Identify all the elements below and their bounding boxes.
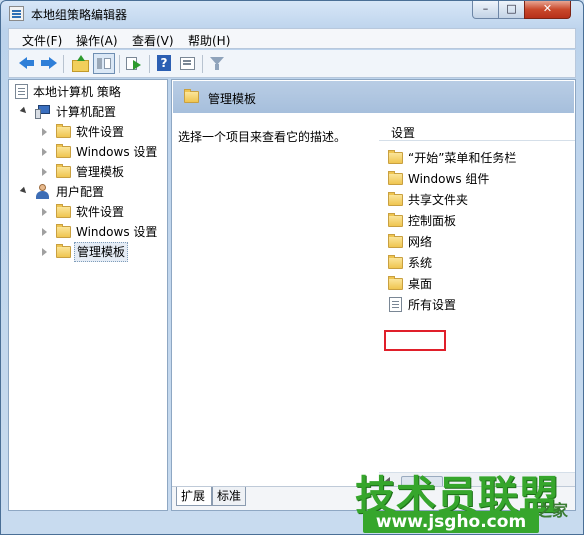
close-button[interactable]: ✕ [524, 1, 571, 19]
back-arrow-icon[interactable] [18, 55, 36, 72]
filter-icon[interactable] [208, 55, 226, 72]
expanded-arrow-icon[interactable] [19, 106, 29, 116]
folder-icon [388, 171, 403, 185]
details-pane: 管理模板 选择一个项目来查看它的描述。 设置 “开始”菜单和任务栏 Window… [171, 79, 576, 511]
window-title: 本地组策略编辑器 [31, 8, 128, 22]
up-folder-icon[interactable] [71, 55, 89, 72]
maximize-button[interactable]: □ [498, 1, 525, 19]
tree-item-local-computer-policy[interactable]: 本地计算机 策略 [15, 83, 165, 101]
export-list-icon[interactable] [125, 55, 143, 72]
folder-icon [388, 213, 403, 227]
tree-item-computer-config[interactable]: 计算机配置 [15, 103, 165, 121]
tree-item-computer-admin-templates[interactable]: 管理模板 [15, 163, 165, 181]
help-icon[interactable] [155, 55, 173, 72]
settings-list[interactable]: 设置 “开始”菜单和任务栏 Windows 组件 共享文件夹 控制面板 网络 系… [379, 120, 575, 472]
tree-item-user-software-settings[interactable]: 软件设置 [15, 203, 165, 221]
folder-icon [388, 255, 403, 269]
main-window: 本地组策略编辑器 – □ ✕ 文件(F) 操作(A) 查看(V) 帮助(H) 本… [0, 0, 584, 535]
highlight-box-system [384, 330, 446, 351]
tree-item-label: 软件设置 [76, 205, 125, 219]
menu-help[interactable]: 帮助(H) [188, 32, 230, 49]
minimize-button[interactable]: – [472, 1, 499, 19]
tab-extended[interactable]: 扩展 [176, 487, 212, 506]
menu-file[interactable]: 文件(F) [22, 32, 62, 49]
collapsed-arrow-icon[interactable] [42, 248, 47, 256]
toolbar-separator [119, 55, 120, 73]
menu-action[interactable]: 操作(A) [76, 32, 118, 49]
details-header-title: 管理模板 [208, 92, 257, 106]
tree-item-label: 本地计算机 策略 [33, 85, 121, 99]
computer-icon [35, 105, 51, 119]
tree-item-user-config[interactable]: 用户配置 [15, 183, 165, 201]
collapsed-arrow-icon[interactable] [42, 168, 47, 176]
details-header: 管理模板 [173, 81, 574, 113]
collapsed-arrow-icon[interactable] [42, 208, 47, 216]
tree-item-user-admin-templates[interactable]: 管理模板 [15, 242, 165, 262]
folder-icon [388, 150, 403, 164]
title-bar: 本地组策略编辑器 – □ ✕ [1, 1, 583, 27]
tree-item-label-selected: 管理模板 [74, 242, 129, 262]
list-item-label: “开始”菜单和任务栏 [408, 151, 517, 165]
list-item-label: 网络 [408, 235, 433, 249]
toolbar [8, 50, 576, 78]
forward-arrow-icon[interactable] [40, 55, 58, 72]
all-settings-icon [389, 297, 402, 312]
tree-item-label: 计算机配置 [56, 105, 117, 119]
tab-standard[interactable]: 标准 [212, 487, 246, 506]
user-icon [35, 184, 51, 199]
collapsed-arrow-icon[interactable] [42, 228, 47, 236]
folder-icon [56, 224, 71, 238]
list-item-label: 系统 [408, 256, 433, 270]
tree-item-user-windows-settings[interactable]: Windows 设置 [15, 223, 165, 241]
folder-icon [56, 164, 71, 178]
tree-item-label: Windows 设置 [76, 145, 158, 159]
toolbar-separator [202, 55, 203, 73]
description-text: 选择一个项目来查看它的描述。 [178, 130, 347, 144]
toolbar-separator [149, 55, 150, 73]
menu-view[interactable]: 查看(V) [132, 32, 174, 49]
watermark-side-text: 之家 [536, 501, 569, 520]
folder-icon [388, 192, 403, 206]
tree-item-computer-software-settings[interactable]: 软件设置 [15, 123, 165, 141]
policy-document-icon [15, 84, 28, 99]
tree-item-computer-windows-settings[interactable]: Windows 设置 [15, 143, 165, 161]
toolbar-separator [63, 55, 64, 73]
list-item-label: 所有设置 [408, 298, 457, 312]
folder-icon [56, 124, 71, 138]
folder-icon [184, 89, 199, 103]
tree-pane[interactable]: 本地计算机 策略 计算机配置 软件设置 Windows 设置 管理模板 用户配置 [8, 79, 168, 511]
list-item-label: 桌面 [408, 277, 433, 291]
tree-item-label: Windows 设置 [76, 225, 158, 239]
expanded-arrow-icon[interactable] [19, 186, 29, 196]
show-hide-tree-icon[interactable] [93, 53, 115, 74]
folder-icon [388, 276, 403, 290]
list-item-label: 共享文件夹 [408, 193, 469, 207]
tree-item-label: 用户配置 [56, 185, 105, 199]
watermark: 技术员联盟 之家 www.jsgho.com [355, 463, 584, 535]
folder-icon [388, 234, 403, 248]
group-policy-app-icon [9, 6, 24, 21]
folder-icon [56, 204, 71, 218]
list-item-label: 控制面板 [408, 214, 457, 228]
tree-item-label: 软件设置 [76, 125, 125, 139]
properties-icon[interactable] [179, 55, 197, 72]
watermark-url: www.jsgho.com [363, 511, 539, 533]
folder-icon [56, 144, 71, 158]
collapsed-arrow-icon[interactable] [42, 128, 47, 136]
list-item-label: Windows 组件 [408, 172, 490, 186]
column-header-label: 设置 [391, 126, 416, 140]
folder-icon [56, 244, 71, 258]
column-header-settings[interactable]: 设置 [379, 120, 575, 141]
tree-item-label: 管理模板 [76, 165, 125, 179]
menu-bar: 文件(F) 操作(A) 查看(V) 帮助(H) [8, 28, 576, 49]
collapsed-arrow-icon[interactable] [42, 148, 47, 156]
